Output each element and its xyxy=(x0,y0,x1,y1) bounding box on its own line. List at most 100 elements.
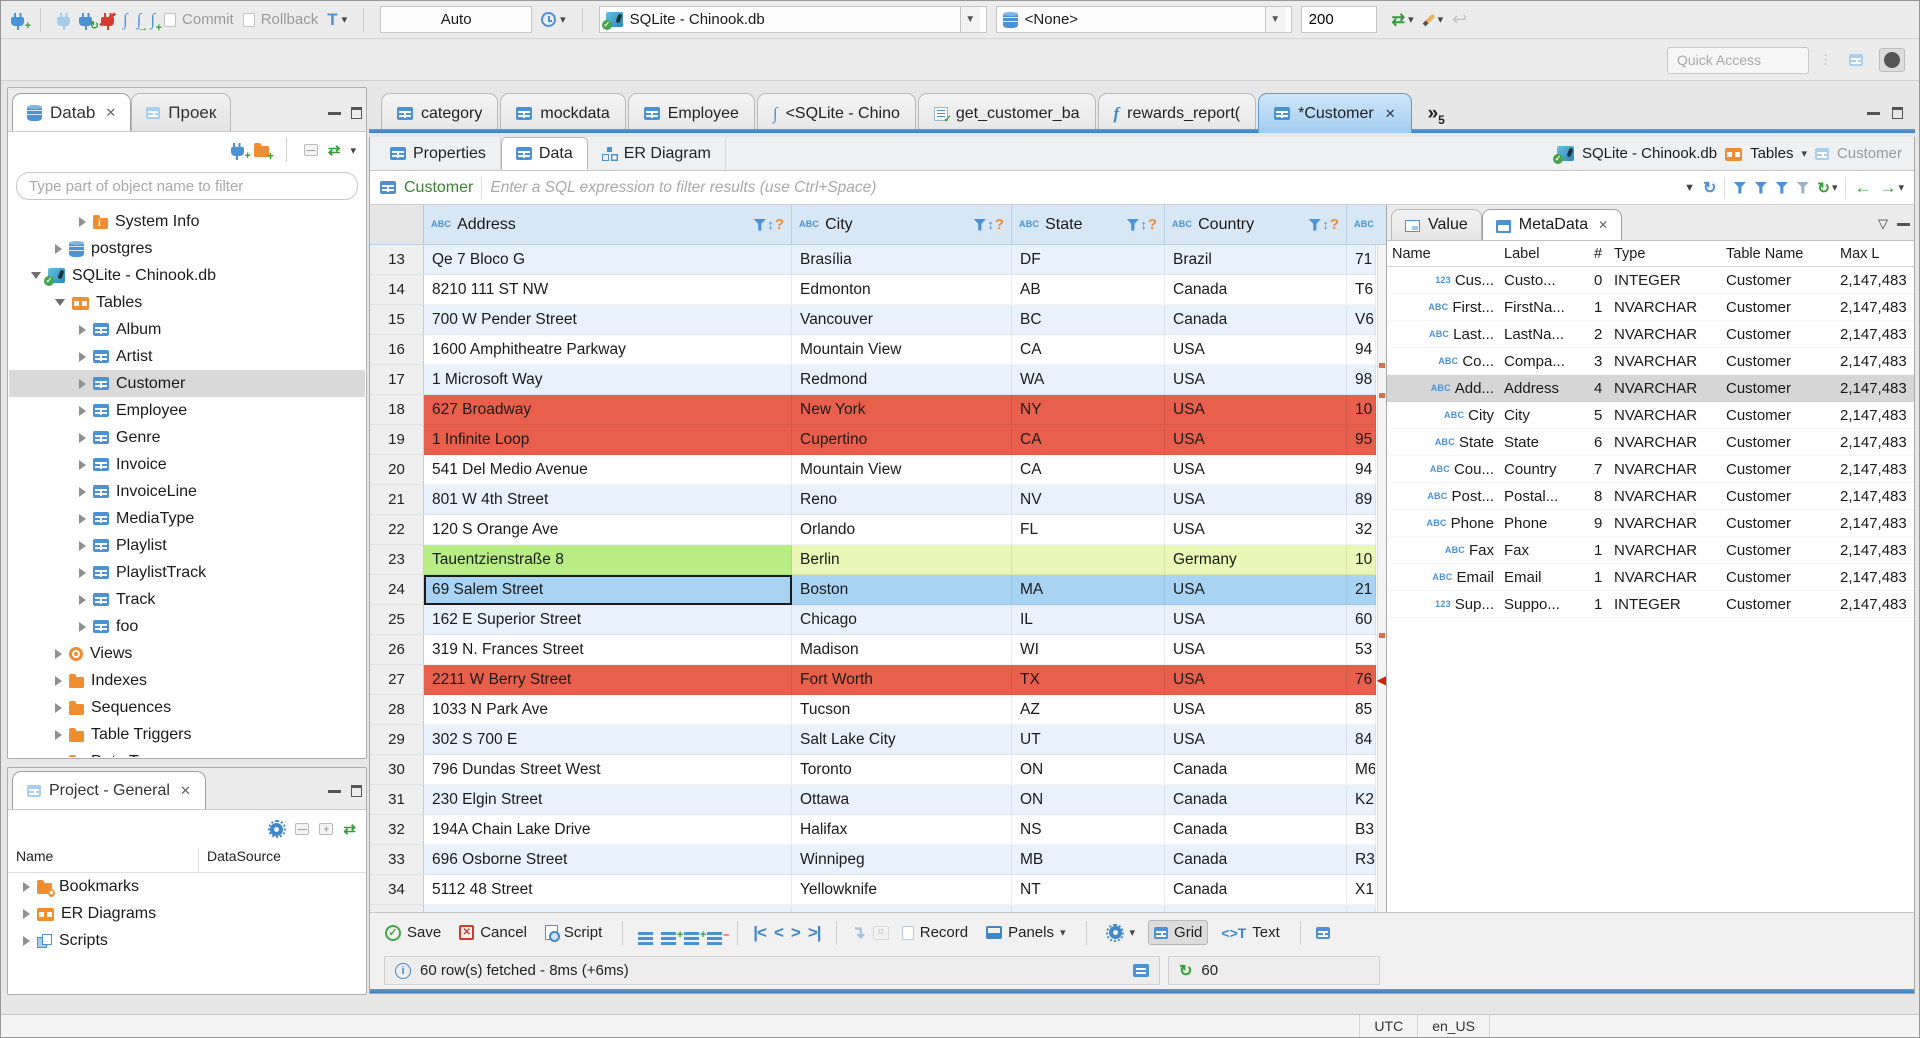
metadata-column-header-table-name[interactable]: Table Name xyxy=(1721,246,1835,262)
metadata-cell-ordinal[interactable]: 6 xyxy=(1589,434,1609,451)
tab-database-navigator[interactable]: Datab ✕ xyxy=(12,93,132,131)
expand-arrow-icon[interactable] xyxy=(23,935,30,946)
cell-extra[interactable]: B3 xyxy=(1347,815,1376,845)
project-item-er-diagrams[interactable]: ER Diagrams xyxy=(9,900,365,927)
column-filter-controls[interactable]: ↕? xyxy=(753,216,784,233)
filter-funnel-icon[interactable] xyxy=(753,218,767,231)
metadata-cell-table[interactable]: Customer xyxy=(1721,272,1835,289)
table-row[interactable]: 32 194A Chain Lake Drive Halifax NS Canada B3 xyxy=(370,815,1386,845)
metadata-cell-ordinal[interactable]: 1 xyxy=(1589,299,1609,316)
tree-item-playlisttrack[interactable]: PlaylistTrack xyxy=(9,559,365,586)
collapse-arrow-icon[interactable] xyxy=(31,272,41,279)
table-row[interactable]: 16 1600 Amphitheatre Parkway Mountain View… xyxy=(370,335,1386,365)
close-icon[interactable]: ✕ xyxy=(105,105,116,121)
tree-item-customer[interactable]: Customer xyxy=(9,370,365,397)
expand-arrow-icon[interactable] xyxy=(79,432,86,443)
tree-item-genre[interactable]: Genre xyxy=(9,424,365,451)
minimize-icon[interactable] xyxy=(1897,222,1910,226)
table-row[interactable]: 20 541 Del Medio Avenue Mountain View CA USA… xyxy=(370,455,1386,485)
metadata-cell-name[interactable]: ABC Post... xyxy=(1387,488,1499,505)
column-filter-controls[interactable]: ↕? xyxy=(1308,216,1339,233)
cell-address[interactable]: 696 Osborne Street xyxy=(424,845,792,875)
last-row-icon[interactable]: >| xyxy=(808,923,822,943)
column-header-country[interactable]: ABC Country ↕? xyxy=(1165,205,1347,244)
column-header-name[interactable]: Name xyxy=(8,848,198,872)
cell-country[interactable]: Brazil xyxy=(1165,245,1347,275)
metadata-cell-ordinal[interactable]: 1 xyxy=(1589,542,1609,559)
view-menu-icon[interactable]: ▽ xyxy=(1878,216,1888,232)
metadata-cell-name[interactable]: ABC Co... xyxy=(1387,353,1499,370)
table-row[interactable]: 27 2211 W Berry Street Fort Worth TX USA 76 xyxy=(370,665,1386,695)
cell-city[interactable]: Salt Lake City xyxy=(792,725,1012,755)
metadata-cell-table[interactable]: Customer xyxy=(1721,434,1835,451)
collapse-icon[interactable]: — xyxy=(295,823,310,835)
metadata-row-lastna[interactable]: ABC Last... LastNa... 2 NVARCHAR Customer 2,14… xyxy=(1387,321,1914,348)
refresh-menu-button[interactable]: ↻ ▾ xyxy=(1817,179,1837,197)
cell-state[interactable]: WI xyxy=(1012,635,1165,665)
sort-icon[interactable]: ↕ xyxy=(1140,217,1147,232)
maximize-icon[interactable] xyxy=(351,785,362,797)
cell-extra[interactable]: V6 xyxy=(1347,305,1376,335)
metadata-cell-ordinal[interactable]: 1 xyxy=(1589,596,1609,613)
database-select[interactable]: SQLite - Chinook.db ▼ xyxy=(598,6,987,33)
metadata-cell-ordinal[interactable]: 9 xyxy=(1589,515,1609,532)
connect-icon[interactable] xyxy=(57,12,70,30)
cell-city[interactable]: Mountain View xyxy=(792,455,1012,485)
edit-value-icon[interactable] xyxy=(638,932,654,935)
cell-country[interactable]: USA xyxy=(1165,335,1347,365)
editor-tab-category[interactable]: category xyxy=(381,93,499,133)
metadata-cell-table[interactable]: Customer xyxy=(1721,596,1835,613)
expand-arrow-icon[interactable] xyxy=(79,486,86,497)
tree-item-playlist[interactable]: Playlist xyxy=(9,532,365,559)
editor-tab-get-customer-ba[interactable]: get_customer_ba xyxy=(917,93,1096,133)
disconnect-icon[interactable] xyxy=(99,11,116,30)
metadata-cell-label[interactable]: Compa... xyxy=(1499,353,1589,370)
cell-address[interactable]: 627 Broadway xyxy=(424,395,792,425)
cell-country[interactable]: USA xyxy=(1165,455,1347,485)
tree-item-views[interactable]: Views xyxy=(9,640,365,667)
metadata-cell-table[interactable]: Customer xyxy=(1721,326,1835,343)
metadata-row-address[interactable]: ABC Add... Address 4 NVARCHAR Customer 2,147,4… xyxy=(1387,375,1914,402)
dropdown-arrow-icon[interactable]: ▼ xyxy=(959,7,980,32)
cell-extra[interactable]: 95 xyxy=(1347,425,1376,455)
editor-tab-employee[interactable]: Employee xyxy=(627,93,755,133)
cell-address[interactable]: 194A Chain Lake Drive xyxy=(424,815,792,845)
cell-extra[interactable]: X1 xyxy=(1347,875,1376,905)
collapse-all-icon[interactable]: — xyxy=(303,144,318,156)
metadata-cell-ordinal[interactable]: 8 xyxy=(1589,488,1609,505)
cell-address[interactable]: 302 S 700 E xyxy=(424,725,792,755)
metadata-cell-name[interactable]: 123 Sup... xyxy=(1387,596,1499,613)
column-header-address[interactable]: ABC Address ↕? xyxy=(424,205,792,244)
fetch-next-button[interactable]: → ▾ xyxy=(1879,178,1904,198)
cell-state[interactable]: UT xyxy=(1012,725,1165,755)
editor-tab-sqlite-chino[interactable]: ∫ <SQLite - Chino xyxy=(756,93,916,133)
new-sql-editor-icon[interactable]: ∫ + xyxy=(150,11,162,34)
cell-address[interactable]: 319 N. Frances Street xyxy=(424,635,792,665)
breadcrumb-database[interactable]: SQLite - Chinook.db xyxy=(1582,145,1717,162)
dbeaver-perspective-button[interactable] xyxy=(1879,48,1905,72)
cell-address[interactable]: 541 Del Medio Avenue xyxy=(424,455,792,485)
column-filter-controls[interactable]: ↕? xyxy=(1126,216,1157,233)
table-row[interactable]: 29 302 S 700 E Salt Lake City UT USA 84 xyxy=(370,725,1386,755)
table-row[interactable]: 33 696 Osborne Street Winnipeg MB Canada R3 xyxy=(370,845,1386,875)
cell-address[interactable]: 69 Salem Street xyxy=(424,575,792,605)
metadata-cell-name[interactable]: ABC Add... xyxy=(1387,380,1499,397)
script-button[interactable]: Script xyxy=(540,921,607,944)
cell-city[interactable]: Edmonton xyxy=(792,275,1012,305)
cell-address[interactable]: 1033 N Park Ave xyxy=(424,695,792,725)
cell-country[interactable]: USA xyxy=(1165,395,1347,425)
metadata-cell-name[interactable]: ABC State xyxy=(1387,434,1499,451)
sort-icon[interactable]: ↕ xyxy=(1322,217,1329,232)
cell-address[interactable]: Qe 7 Bloco G xyxy=(424,245,792,275)
cell-city[interactable]: Ottawa xyxy=(792,785,1012,815)
recent-sql-editor-icon[interactable]: ∫ → xyxy=(137,11,149,34)
cell-country[interactable]: Canada xyxy=(1165,815,1347,845)
cell-state[interactable]: WA xyxy=(1012,365,1165,395)
metadata-row-state[interactable]: ABC State State 6 NVARCHAR Customer 2,147,483 xyxy=(1387,429,1914,456)
cell-extra[interactable]: 32 xyxy=(1347,515,1376,545)
expand-icon[interactable]: + xyxy=(319,823,334,835)
metadata-cell-type[interactable]: NVARCHAR xyxy=(1609,461,1721,478)
navigator-filter-input[interactable] xyxy=(16,172,358,200)
filter-history-icon[interactable]: ▼ xyxy=(1684,182,1695,194)
new-connection-icon[interactable]: + xyxy=(11,12,31,31)
